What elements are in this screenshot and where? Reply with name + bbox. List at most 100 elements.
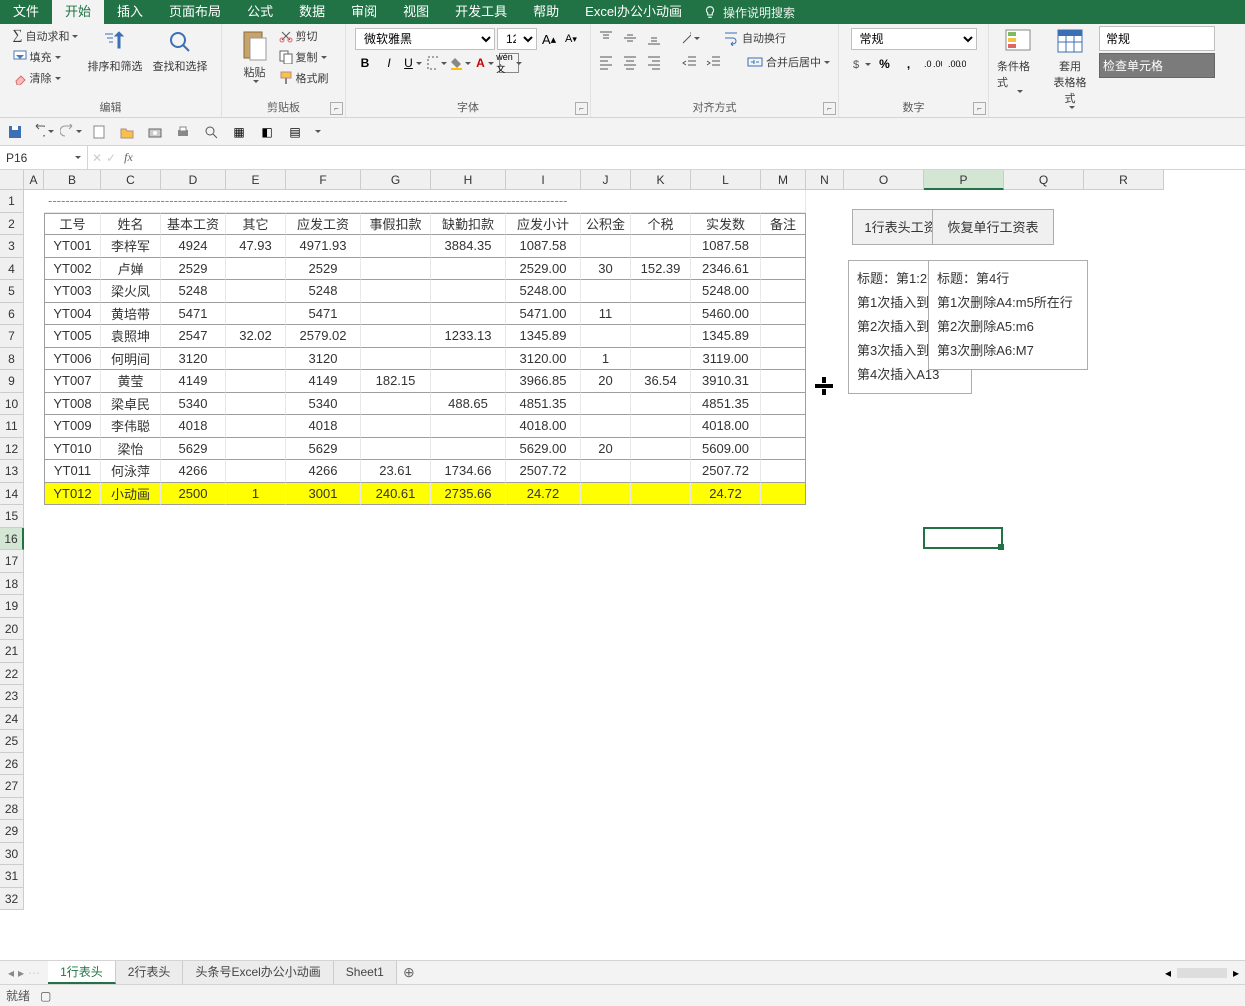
cell[interactable]: 实发数	[691, 213, 761, 236]
row-header-18[interactable]: 18	[0, 573, 24, 596]
paste-button[interactable]: 粘贴	[236, 26, 274, 85]
cut-button[interactable]: 剪切	[276, 26, 332, 46]
font-name-select[interactable]: 微软雅黑	[355, 28, 495, 50]
cell[interactable]: 应发工资	[286, 213, 361, 236]
cell[interactable]: 个税	[631, 213, 691, 236]
cell[interactable]	[761, 258, 806, 281]
row-header-28[interactable]: 28	[0, 798, 24, 821]
cell[interactable]: 4018	[161, 415, 226, 438]
row-header-8[interactable]: 8	[0, 348, 24, 371]
cell[interactable]: 4018.00	[691, 415, 761, 438]
number-launcher[interactable]: ⌐	[973, 102, 986, 115]
cell[interactable]	[431, 303, 506, 326]
ribbon-tab-5[interactable]: 数据	[286, 0, 338, 24]
clear-button[interactable]: 清除	[10, 68, 82, 88]
col-header-M[interactable]: M	[761, 170, 806, 190]
cell[interactable]: YT012	[44, 483, 101, 506]
phonetic-icon[interactable]: wén文	[499, 53, 519, 73]
enter-formula-icon[interactable]: ✓	[106, 151, 116, 165]
fx-icon[interactable]: fx	[124, 150, 133, 165]
cell[interactable]: 5609.00	[691, 438, 761, 461]
sheet-tab-0[interactable]: 1行表头	[48, 961, 116, 984]
row-header-12[interactable]: 12	[0, 438, 24, 461]
row-header-13[interactable]: 13	[0, 460, 24, 483]
cell[interactable]: 4924	[161, 235, 226, 258]
shape-box-delete[interactable]: 标题：第4行第1次删除A4:m5所在行第2次删除A5:m6第3次删除A6:M7	[928, 260, 1088, 370]
copy-button[interactable]: 复制	[276, 47, 332, 67]
col-header-C[interactable]: C	[101, 170, 161, 190]
ribbon-tab-3[interactable]: 页面布局	[156, 0, 234, 24]
ribbon-tab-1[interactable]: 开始	[52, 0, 104, 24]
row-header-19[interactable]: 19	[0, 595, 24, 618]
cell[interactable]: 3966.85	[506, 370, 581, 393]
cell[interactable]: 3120	[161, 348, 226, 371]
cell[interactable]: 5340	[161, 393, 226, 416]
cell[interactable]: 3001	[286, 483, 361, 506]
cell[interactable]: YT010	[44, 438, 101, 461]
ribbon-tab-9[interactable]: 帮助	[520, 0, 572, 24]
cell[interactable]	[761, 415, 806, 438]
col-header-L[interactable]: L	[691, 170, 761, 190]
cell[interactable]: 卢婵	[101, 258, 161, 281]
new-sheet-button[interactable]: ⊕	[397, 964, 421, 981]
cell[interactable]: 1233.13	[431, 325, 506, 348]
qat-print-icon[interactable]	[172, 122, 194, 142]
qat-new-icon[interactable]	[88, 122, 110, 142]
cell[interactable]: YT002	[44, 258, 101, 281]
cell[interactable]	[761, 303, 806, 326]
cell[interactable]: 2529	[161, 258, 226, 281]
cell[interactable]: 梁卓民	[101, 393, 161, 416]
cell[interactable]	[431, 438, 506, 461]
cell[interactable]: 32.02	[226, 325, 286, 348]
tab-nav-last-icon[interactable]: ▸	[18, 966, 24, 980]
redo-icon[interactable]	[60, 122, 82, 142]
col-header-P[interactable]: P	[924, 170, 1004, 190]
row-header-30[interactable]: 30	[0, 843, 24, 866]
accounting-icon[interactable]: $	[851, 54, 871, 74]
decrease-indent-icon[interactable]	[680, 52, 700, 72]
cell[interactable]: 3120.00	[506, 348, 581, 371]
ribbon-tab-6[interactable]: 审阅	[338, 0, 390, 24]
cell[interactable]: 4149	[161, 370, 226, 393]
col-header-H[interactable]: H	[431, 170, 506, 190]
cell[interactable]	[581, 280, 631, 303]
cell[interactable]: 缺勤扣款	[431, 213, 506, 236]
row-header-22[interactable]: 22	[0, 663, 24, 686]
cell[interactable]: 李伟聪	[101, 415, 161, 438]
wrap-text-button[interactable]: 自动换行	[720, 28, 789, 48]
conditional-format-button[interactable]: 条件格式	[993, 26, 1043, 95]
save-icon[interactable]	[4, 122, 26, 142]
row-header-25[interactable]: 25	[0, 730, 24, 753]
cell[interactable]: 工号	[44, 213, 101, 236]
merge-center-button[interactable]: 合并后居中	[744, 52, 833, 72]
align-top-icon[interactable]	[596, 28, 616, 48]
fill-button[interactable]: 填充	[10, 47, 82, 67]
cell[interactable]: 30	[581, 258, 631, 281]
cell[interactable]: 1087.58	[691, 235, 761, 258]
cell[interactable]: 其它	[226, 213, 286, 236]
row-header-14[interactable]: 14	[0, 483, 24, 506]
cell[interactable]: 5629.00	[506, 438, 581, 461]
cell[interactable]: YT004	[44, 303, 101, 326]
cell[interactable]	[361, 348, 431, 371]
decrease-font-icon[interactable]: A▾	[561, 29, 581, 49]
align-left-icon[interactable]	[596, 52, 616, 72]
formula-input[interactable]	[141, 146, 1245, 169]
cell[interactable]: YT011	[44, 460, 101, 483]
cell[interactable]: 黄莹	[101, 370, 161, 393]
cell[interactable]: 20	[581, 438, 631, 461]
cell[interactable]: 24.72	[506, 483, 581, 506]
increase-decimal-icon[interactable]: .0.00	[923, 54, 943, 74]
ribbon-tab-2[interactable]: 插入	[104, 0, 156, 24]
align-right-icon[interactable]	[644, 52, 664, 72]
undo-icon[interactable]	[32, 122, 54, 142]
cell[interactable]: 3120	[286, 348, 361, 371]
cell[interactable]	[581, 460, 631, 483]
format-painter-button[interactable]: 格式刷	[276, 68, 332, 88]
sheet-tab-3[interactable]: Sheet1	[334, 961, 397, 984]
find-select-button[interactable]: 查找和选择	[148, 26, 211, 76]
cell[interactable]: 4851.35	[506, 393, 581, 416]
cell[interactable]	[226, 370, 286, 393]
row-header-23[interactable]: 23	[0, 685, 24, 708]
cell[interactable]	[761, 438, 806, 461]
